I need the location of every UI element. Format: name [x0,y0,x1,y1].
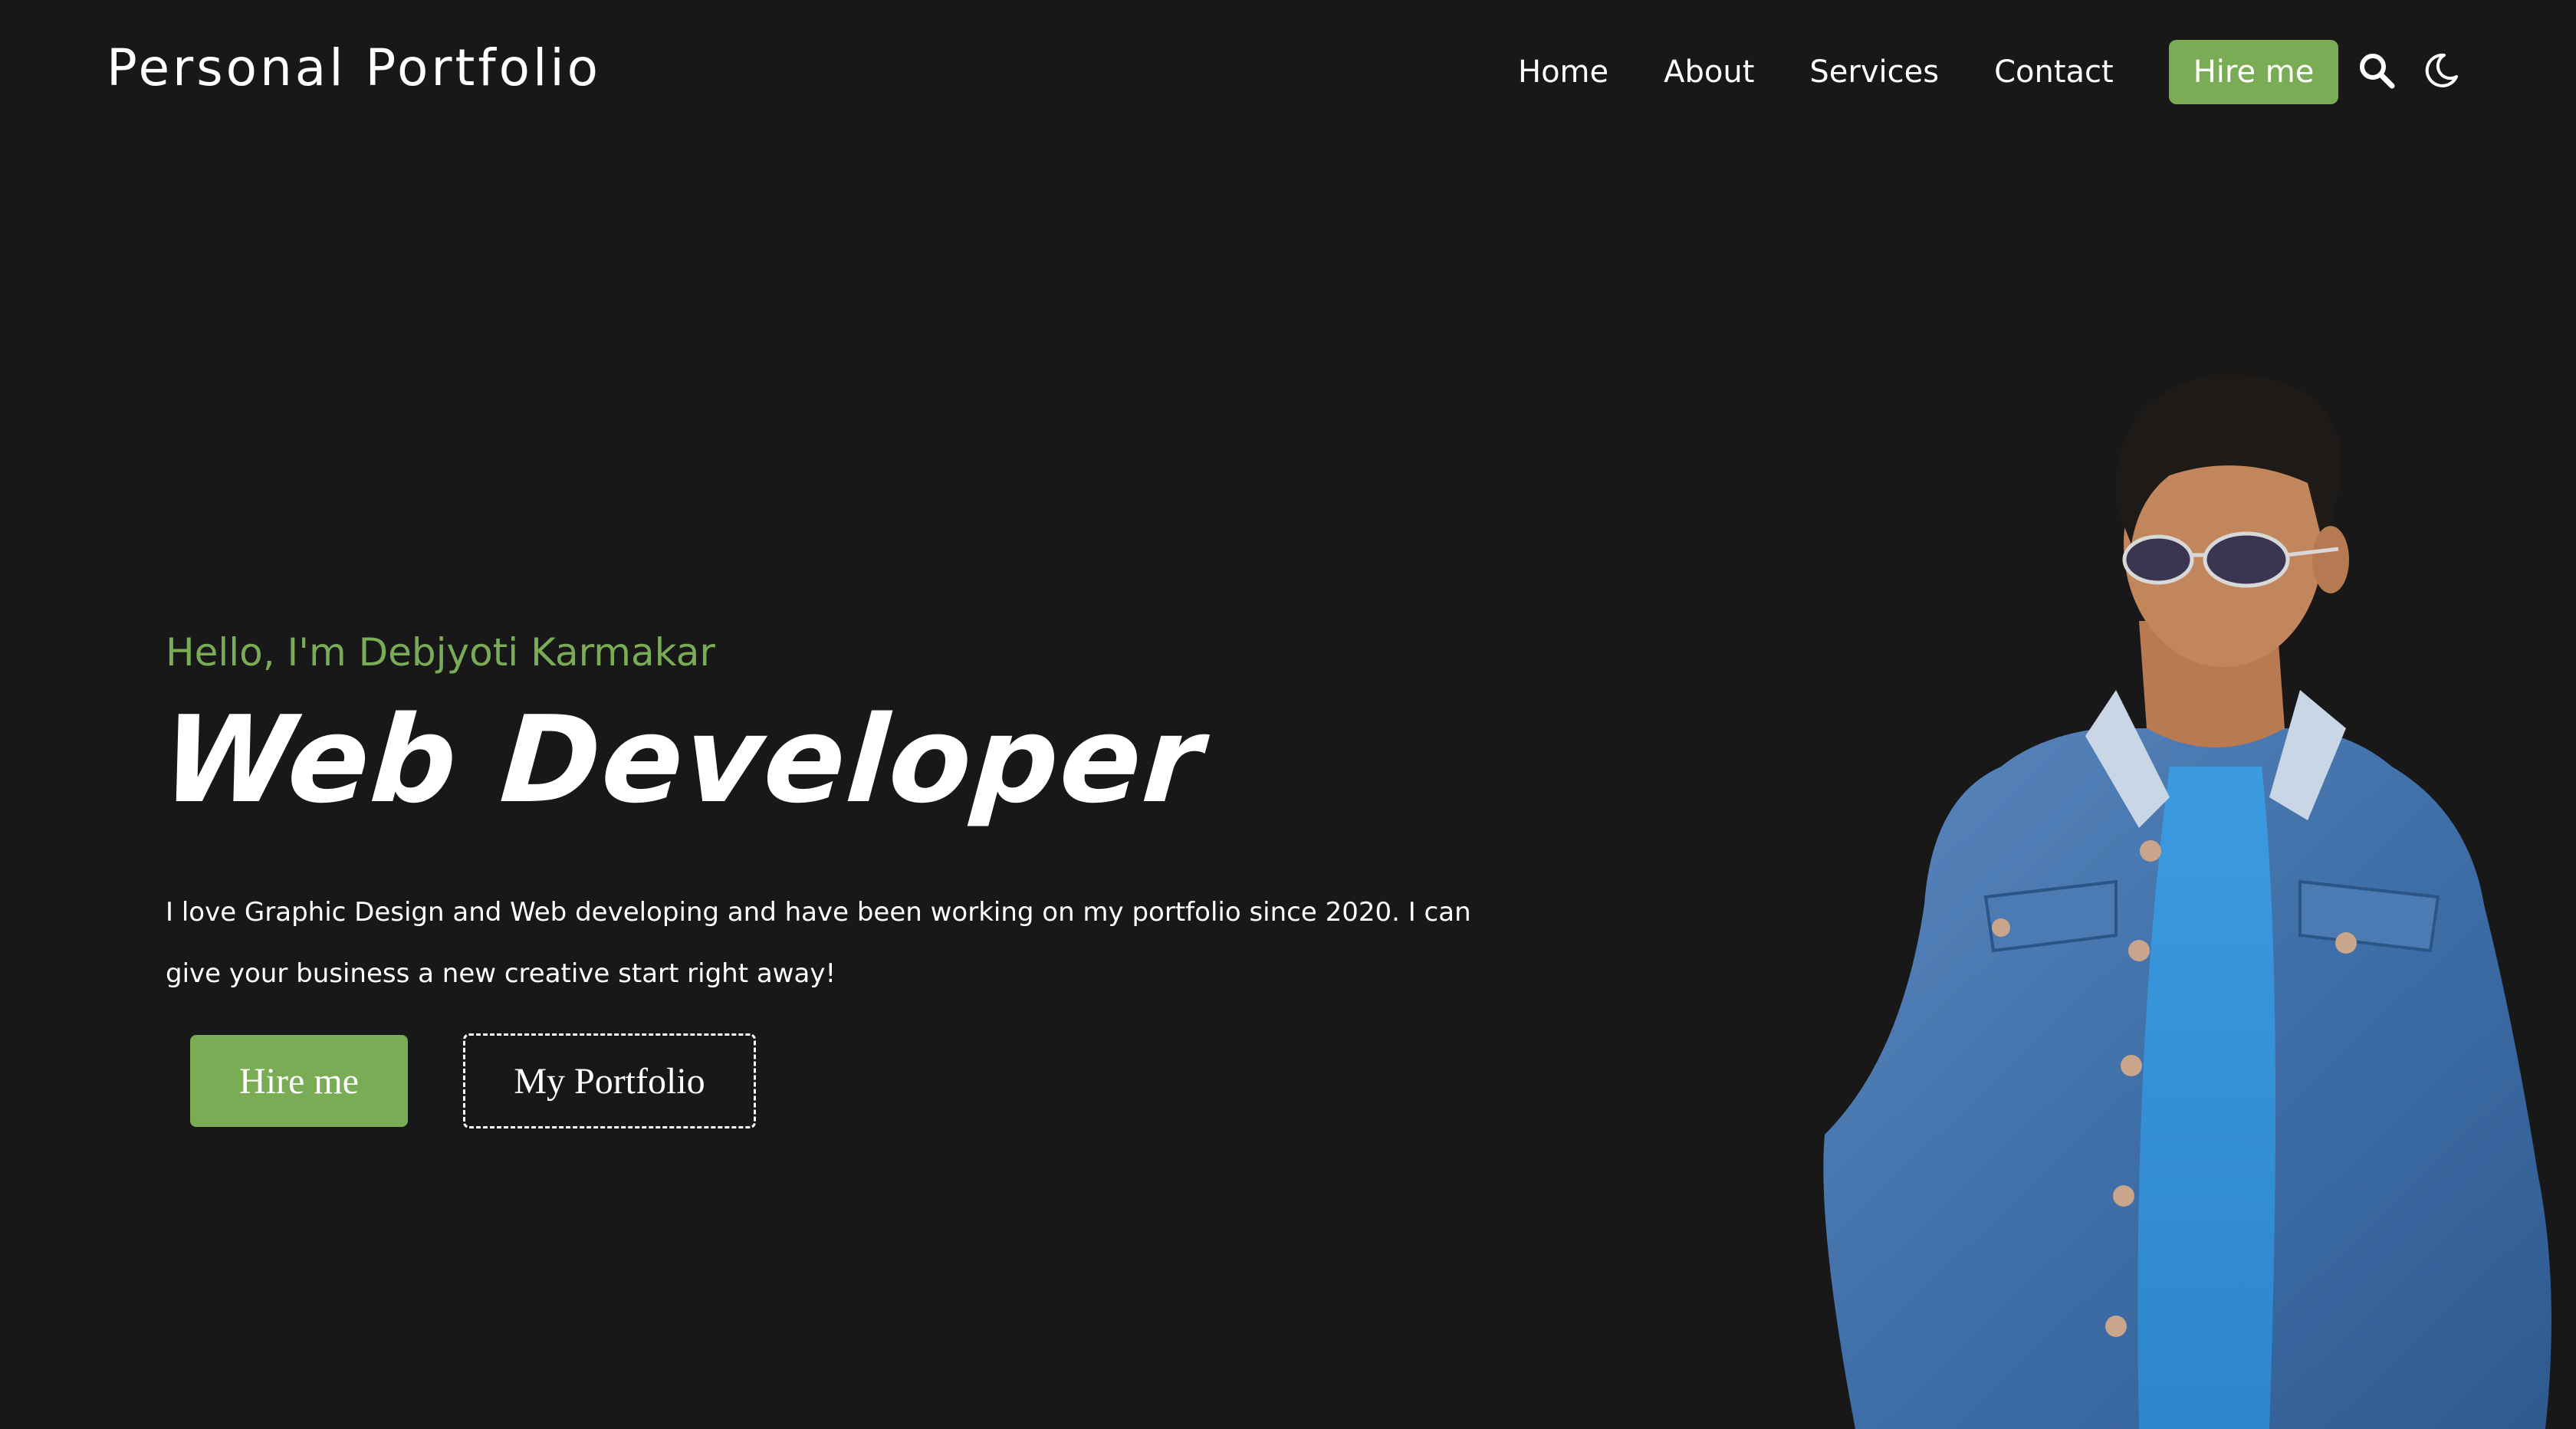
moon-icon[interactable] [2421,51,2461,90]
nav-hire-button[interactable]: Hire me [2168,40,2339,104]
search-icon[interactable] [2357,51,2397,90]
profile-photo [1809,368,2561,1429]
hero-greeting: Hello, I'm Debjyoti Karmakar [166,630,715,675]
nav-contact-link[interactable]: Contact [1994,54,2114,90]
site-logo[interactable]: Personal Portfolio [107,38,601,97]
nav-links: Home About Services Contact Hire me [1518,40,2339,104]
hero-description: I love Graphic Design and Web developing… [166,897,1471,989]
nav-home-link[interactable]: Home [1518,54,1608,90]
my-portfolio-button[interactable]: My Portfolio [463,1033,756,1128]
nav-about-link[interactable]: About [1664,54,1754,90]
hire-me-button[interactable]: Hire me [190,1035,408,1127]
hero-title: Web Developer [157,690,1209,829]
navbar: Personal Portfolio Home About Services C… [0,0,2576,144]
page: Personal Portfolio Home About Services C… [0,0,2576,1429]
nav-services-link[interactable]: Services [1809,54,1939,90]
